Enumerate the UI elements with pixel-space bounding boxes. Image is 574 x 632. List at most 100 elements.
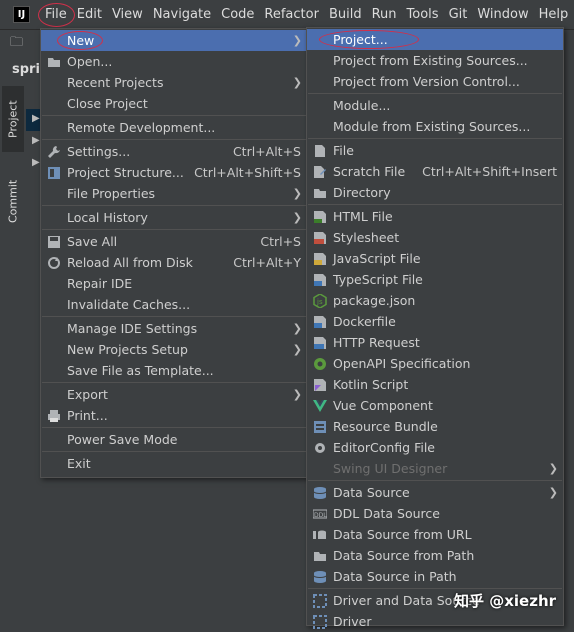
new-submenu-item-http-request[interactable]: HTTP Request [307, 332, 563, 353]
menu-run[interactable]: Run [367, 1, 402, 29]
file-menu-item-remote-development[interactable]: Remote Development... [41, 117, 307, 138]
file-menu-item-print[interactable]: Print... [41, 405, 307, 426]
folder-icon[interactable]: 🗀 [10, 33, 23, 55]
icon-placeholder [313, 99, 327, 113]
tab-project[interactable]: Project [2, 86, 24, 152]
icon-placeholder [47, 121, 61, 135]
icon-placeholder [313, 75, 327, 89]
project-header: sprin [0, 58, 49, 84]
new-submenu-item-scratch-file[interactable]: Scratch File Ctrl+Alt+Shift+Insert [307, 161, 563, 182]
expand-arrow-icon[interactable]: ▶ [32, 135, 40, 146]
new-submenu-item-resource-bundle[interactable]: Resource Bundle [307, 416, 563, 437]
menu-navigate[interactable]: Navigate [148, 1, 216, 29]
html-icon [313, 210, 327, 224]
new-submenu-item-editorconfig-file[interactable]: EditorConfig File [307, 437, 563, 458]
tool-window-strip: Project Commit [0, 84, 27, 626]
file-menu-item-close-project[interactable]: Close Project [41, 93, 307, 114]
new-submenu-item-stylesheet[interactable]: Stylesheet [307, 227, 563, 248]
file-menu-item-reload-all-from-disk[interactable]: Reload All from Disk Ctrl+Alt+Y [41, 252, 307, 273]
new-submenu-item-data-source-from-path[interactable]: Data Source from Path [307, 545, 563, 566]
file-menu-item-save-file-as-template[interactable]: Save File as Template... [41, 360, 307, 381]
menu-item-label: DDL Data Source [333, 506, 440, 521]
ddl-icon: DDL [313, 507, 327, 521]
new-submenu-item-html-file[interactable]: HTML File [307, 206, 563, 227]
file-menu-item-project-structure[interactable]: Project Structure... Ctrl+Alt+Shift+S [41, 162, 307, 183]
file-menu-item-settings[interactable]: Settings... Ctrl+Alt+S [41, 141, 307, 162]
menu-separator [308, 480, 562, 481]
menu-file[interactable]: File [38, 1, 75, 29]
file-menu-item-exit[interactable]: Exit [41, 453, 307, 474]
file-menu-item-save-all[interactable]: Save All Ctrl+S [41, 231, 307, 252]
submenu-arrow-icon: ❯ [292, 76, 302, 89]
new-submenu-item-project-from-existing-sources[interactable]: Project from Existing Sources... [307, 50, 563, 71]
new-submenu-item-swing-ui-designer[interactable]: Swing UI Designer ❯ [307, 458, 563, 479]
new-submenu-item-typescript-file[interactable]: TypeScript File [307, 269, 563, 290]
new-submenu-item-data-source-in-path[interactable]: Data Source in Path [307, 566, 563, 587]
new-submenu-item-ddl-data-source[interactable]: DDL DDL Data Source [307, 503, 563, 524]
file-menu-item-new-projects-setup[interactable]: New Projects Setup ❯ [41, 339, 307, 360]
new-submenu-item-vue-component[interactable]: Vue Component [307, 395, 563, 416]
file-menu-item-repair-ide[interactable]: Repair IDE [41, 273, 307, 294]
file-menu-item-open[interactable]: Open... [41, 51, 307, 72]
kotlin-icon [313, 378, 327, 392]
menu-item-label: Data Source from URL [333, 527, 472, 542]
openapi-icon [313, 357, 327, 371]
menu-separator [42, 316, 306, 317]
menu-item-label: Repair IDE [67, 276, 133, 291]
menu-item-label: Power Save Mode [67, 432, 178, 447]
icon-placeholder [47, 343, 61, 357]
menu-refactor[interactable]: Refactor [259, 1, 324, 29]
menu-code[interactable]: Code [216, 1, 259, 29]
menu-tools[interactable]: Tools [402, 1, 444, 29]
file-menu-item-local-history[interactable]: Local History ❯ [41, 207, 307, 228]
annotation-oval [57, 31, 103, 50]
resource-bundle-icon [313, 420, 327, 434]
gear-icon [313, 441, 327, 455]
new-submenu-item-project-from-version-control[interactable]: Project from Version Control... [307, 71, 563, 92]
menu-git[interactable]: Git [444, 1, 473, 29]
new-submenu-item-driver[interactable]: Driver [307, 611, 563, 632]
new-submenu-item-module[interactable]: Module... [307, 95, 563, 116]
new-submenu-item-file[interactable]: File [307, 140, 563, 161]
icon-placeholder [47, 211, 61, 225]
file-menu-item-recent-projects[interactable]: Recent Projects ❯ [41, 72, 307, 93]
menu-item-label: Data Source [333, 485, 410, 500]
icon-placeholder [313, 462, 327, 476]
nodejs-icon: js [313, 293, 327, 308]
tab-commit[interactable]: Commit [2, 162, 24, 240]
file-menu-item-export[interactable]: Export ❯ [41, 384, 307, 405]
new-submenu-item-openapi-specification[interactable]: OpenAPI Specification [307, 353, 563, 374]
new-submenu-item-dockerfile[interactable]: Dockerfile [307, 311, 563, 332]
app-logo-icon: IJ [13, 6, 30, 23]
menu-build[interactable]: Build [324, 1, 367, 29]
expand-arrow-icon[interactable]: ▶ [32, 113, 40, 124]
new-submenu-item-javascript-file[interactable]: JavaScript File [307, 248, 563, 269]
api-icon [313, 336, 327, 350]
typescript-icon [313, 273, 327, 287]
menu-separator [42, 427, 306, 428]
menu-edit[interactable]: Edit [72, 1, 107, 29]
new-submenu-item-kotlin-script[interactable]: Kotlin Script [307, 374, 563, 395]
menu-item-label: Swing UI Designer [333, 461, 448, 476]
menu-item-label: Settings... [67, 144, 131, 159]
icon-placeholder [47, 388, 61, 402]
new-submenu-item-directory[interactable]: Directory [307, 182, 563, 203]
new-submenu-item-data-source[interactable]: Data Source ❯ [307, 482, 563, 503]
shortcut-label: Ctrl+Alt+Shift+Insert [422, 164, 557, 179]
new-submenu-item-data-source-from-url[interactable]: Data Source from URL [307, 524, 563, 545]
file-menu-item-manage-ide-settings[interactable]: Manage IDE Settings ❯ [41, 318, 307, 339]
file-menu-item-file-properties[interactable]: File Properties ❯ [41, 183, 307, 204]
menu-help[interactable]: Help [534, 1, 574, 29]
menu-item-label: Open... [67, 54, 113, 69]
menu-item-label: OpenAPI Specification [333, 356, 471, 371]
expand-arrow-icon[interactable]: ▶ [32, 157, 40, 168]
new-submenu-item-package-json[interactable]: js package.json [307, 290, 563, 311]
icon-placeholder [47, 322, 61, 336]
menu-view[interactable]: View [107, 1, 148, 29]
menu-item-label: package.json [333, 293, 416, 308]
shortcut-label: Ctrl+Alt+S [232, 144, 301, 159]
new-submenu-item-module-from-existing-sources[interactable]: Module from Existing Sources... [307, 116, 563, 137]
menu-window[interactable]: Window [472, 1, 533, 29]
file-menu-item-power-save-mode[interactable]: Power Save Mode [41, 429, 307, 450]
file-menu-item-invalidate-caches[interactable]: Invalidate Caches... [41, 294, 307, 315]
